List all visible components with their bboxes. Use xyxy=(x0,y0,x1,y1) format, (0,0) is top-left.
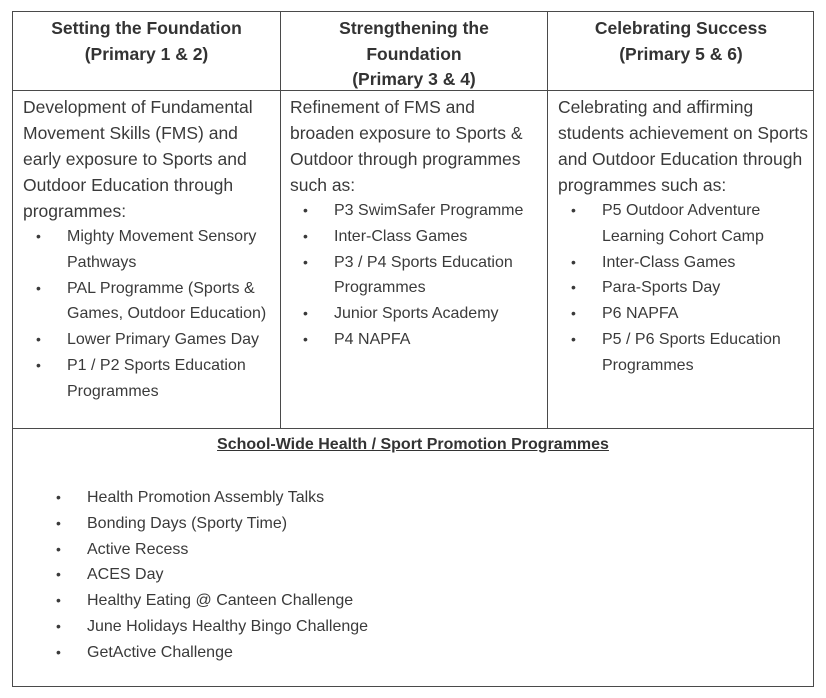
list-item: • Lower Primary Games Day xyxy=(23,327,275,353)
list-item: • PAL Programme (Sports & Games, Outdoor … xyxy=(23,276,275,328)
list-item: • Inter-Class Games xyxy=(558,250,810,276)
bullet-icon: • xyxy=(303,227,308,244)
list-item: • P4 NAPFA xyxy=(290,327,542,353)
column-body-primary-5-6: Celebrating and affirming students achie… xyxy=(558,94,810,379)
list-item: • Bonding Days (Sporty Time) xyxy=(43,511,368,537)
bullet-icon: • xyxy=(56,566,61,583)
header-line: Celebrating Success xyxy=(594,18,768,38)
bullet-icon: • xyxy=(303,253,308,270)
row-divider xyxy=(13,428,813,429)
list-item: • Health Promotion Assembly Talks xyxy=(43,485,368,511)
bullet-icon: • xyxy=(571,305,576,322)
bullet-icon: • xyxy=(36,279,41,296)
programme-list: • P3 SwimSafer Programme • Inter-Class Gam… xyxy=(290,198,542,353)
column-intro: Development of Fundamental Movement Skil… xyxy=(23,97,253,221)
bullet-icon: • xyxy=(36,228,41,244)
list-item: • June Holidays Healthy Bingo Challenge xyxy=(43,614,368,640)
bullet-icon: • xyxy=(303,202,308,218)
bullet-icon: • xyxy=(56,540,61,557)
list-item: • P5 / P6 Sports Education Programmes xyxy=(558,327,810,379)
list-item: • Mighty Movement Sensory Pathways xyxy=(23,224,275,276)
school-wide-programmes: • Health Promotion Assembly Talks • Bondin… xyxy=(43,485,368,666)
programme-list: • P5 Outdoor Adventure Learning Cohort Ca… xyxy=(558,198,810,379)
header-line: Setting the Foundation xyxy=(51,18,242,38)
list-item: • ACES Day xyxy=(43,562,368,588)
header-line: (Primary 5 & 6) xyxy=(619,43,743,64)
programme-list: • Mighty Movement Sensory Pathways • PAL P… xyxy=(23,224,275,405)
bullet-icon: • xyxy=(56,592,61,609)
bullet-icon: • xyxy=(56,617,61,634)
bullet-icon: • xyxy=(571,253,576,270)
header-line: Foundation xyxy=(366,43,462,64)
column-header-primary-1-2: Setting the Foundation (Primary 1 & 2) xyxy=(13,16,280,67)
column-header-primary-5-6: Celebrating Success (Primary 5 & 6) xyxy=(548,16,814,67)
bullet-icon: • xyxy=(56,514,61,531)
bullet-icon: • xyxy=(303,330,308,347)
list-item: • Inter-Class Games xyxy=(290,224,542,250)
list-item: • P3 SwimSafer Programme xyxy=(290,198,542,224)
header-line: (Primary 3 & 4) xyxy=(352,69,476,89)
list-item: • P3 / P4 Sports Education Programmes xyxy=(290,250,542,302)
programme-list: • Health Promotion Assembly Talks • Bondin… xyxy=(43,485,368,666)
list-item: • P5 Outdoor Adventure Learning Cohort Ca… xyxy=(558,198,810,250)
list-item: • GetActive Challenge xyxy=(43,640,368,666)
column-intro: Refinement of FMS and broaden exposure t… xyxy=(290,97,523,195)
school-wide-title: School-Wide Health / Sport Promotion Pro… xyxy=(217,436,609,453)
bullet-icon: • xyxy=(571,330,576,347)
column-header-primary-3-4: Strengthening the Foundation (Primary 3 … xyxy=(281,16,547,93)
column-body-primary-3-4: Refinement of FMS and broaden exposure t… xyxy=(290,94,542,353)
bullet-icon: • xyxy=(571,279,576,296)
list-item: • P6 NAPFA xyxy=(558,301,810,327)
bullet-icon: • xyxy=(571,202,576,218)
list-item: • Active Recess xyxy=(43,537,368,563)
column-body-primary-1-2: Development of Fundamental Movement Skil… xyxy=(23,94,275,405)
header-line: (Primary 1 & 2) xyxy=(84,43,209,64)
bullet-icon: • xyxy=(36,331,41,348)
programme-table: Setting the Foundation (Primary 1 & 2) S… xyxy=(12,11,814,687)
list-item: • Healthy Eating @ Canteen Challenge xyxy=(43,588,368,614)
bullet-icon: • xyxy=(303,305,308,322)
list-item: • Junior Sports Academy xyxy=(290,301,542,327)
bullet-icon: • xyxy=(36,356,41,373)
list-item: • P1 / P2 Sports Education Programmes xyxy=(23,353,275,405)
column-intro: Celebrating and affirming students achie… xyxy=(558,97,809,195)
header-line: Strengthening the xyxy=(339,18,489,38)
bullet-icon: • xyxy=(56,643,61,660)
column-divider xyxy=(547,12,548,428)
list-item: • Para-Sports Day xyxy=(558,275,810,301)
bullet-icon: • xyxy=(56,489,61,505)
